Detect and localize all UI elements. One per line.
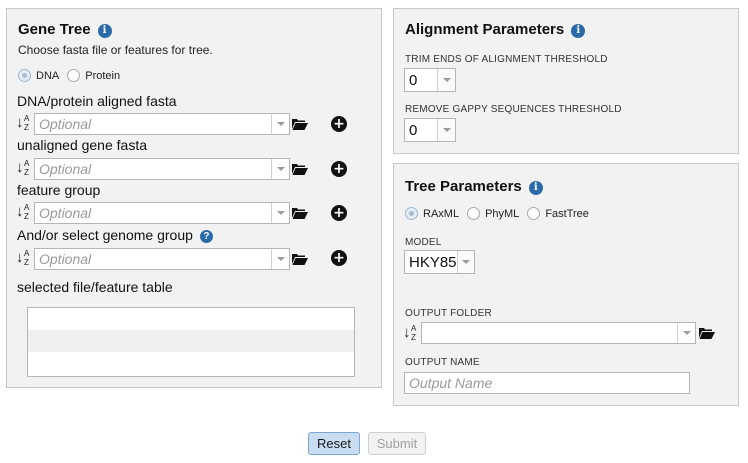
feature-group-select[interactable]: Optional — [34, 202, 290, 224]
output-name-input[interactable]: Output Name — [404, 372, 690, 394]
genome-group-placeholder: Optional — [39, 251, 92, 267]
genome-group-label-text: And/or select genome group — [17, 227, 193, 243]
model-select[interactable]: HKY85 — [404, 250, 475, 274]
info-icon[interactable]: i — [97, 24, 112, 38]
submit-button[interactable]: Submit — [368, 432, 426, 455]
sort-az-icon[interactable]: ↓ A Z — [16, 114, 34, 134]
table-row — [28, 308, 354, 330]
selected-file-table[interactable] — [27, 307, 355, 377]
output-folder-label: OUTPUT FOLDER — [405, 308, 492, 319]
trim-threshold-value: 0 — [409, 71, 418, 89]
radio-raxml[interactable] — [405, 207, 418, 220]
folder-open-icon[interactable] — [292, 163, 308, 175]
output-folder-select[interactable] — [421, 322, 696, 344]
chevron-down-icon[interactable] — [271, 114, 289, 134]
gappy-threshold-value: 0 — [409, 121, 418, 139]
radio-phyml-label: PhyML — [485, 207, 520, 220]
plus-circle-icon[interactable]: + — [331, 250, 347, 266]
radio-protein-label: Protein — [85, 69, 121, 82]
genome-group-label: And/or select genome group? — [17, 227, 213, 243]
sort-az-icon[interactable]: ↓ A Z — [16, 203, 34, 223]
chevron-down-icon[interactable] — [456, 251, 474, 273]
radio-fasttree[interactable] — [527, 207, 541, 220]
radio-raxml-label: RAxML — [423, 207, 460, 220]
plus-circle-icon[interactable]: + — [331, 161, 347, 177]
model-label: MODEL — [405, 237, 442, 248]
folder-open-icon[interactable] — [292, 207, 308, 219]
sort-az-icon[interactable]: ↓ A Z — [16, 249, 34, 269]
radio-dna[interactable] — [18, 69, 31, 82]
chevron-down-icon[interactable] — [437, 119, 455, 141]
gappy-threshold-label: REMOVE GAPPY SEQUENCES THRESHOLD — [405, 104, 622, 115]
folder-open-icon[interactable] — [292, 118, 308, 130]
table-row — [28, 352, 354, 374]
chevron-down-icon[interactable] — [271, 159, 289, 179]
folder-open-icon[interactable] — [292, 253, 308, 265]
plus-circle-icon[interactable]: + — [331, 116, 347, 132]
reset-button[interactable]: Reset — [308, 432, 360, 455]
aligned-fasta-select[interactable]: Optional — [34, 113, 290, 135]
sort-az-icon[interactable]: ↓ A Z — [16, 159, 34, 179]
gene-tree-title-text: Gene Tree — [18, 21, 91, 38]
info-icon[interactable]: i — [528, 181, 543, 195]
chevron-down-icon[interactable] — [271, 203, 289, 223]
feature-group-placeholder: Optional — [39, 205, 92, 221]
help-icon[interactable]: ? — [199, 230, 213, 243]
gene-tree-title: Gene Tree i — [18, 21, 112, 38]
folder-open-icon[interactable] — [699, 327, 715, 339]
alignment-parameters-panel: Alignment Parameters i TRIM ENDS OF ALIGN… — [393, 8, 739, 154]
radio-protein[interactable] — [67, 69, 81, 82]
model-value: HKY85 — [409, 253, 457, 271]
genome-group-select[interactable]: Optional — [34, 248, 290, 270]
tree-parameters-panel: Tree Parameters i RAxML PhyML FastTree MO… — [393, 163, 739, 406]
unaligned-fasta-select[interactable]: Optional — [34, 158, 290, 180]
radio-fasttree-label: FastTree — [545, 207, 589, 220]
aligned-fasta-label: DNA/protein aligned fasta — [17, 93, 177, 109]
alignment-title-text: Alignment Parameters — [405, 21, 565, 38]
trim-threshold-select[interactable]: 0 — [404, 68, 456, 92]
seq-type-radio-group: DNA Protein — [18, 69, 128, 82]
sort-az-icon[interactable]: ↓ A Z — [403, 324, 421, 344]
gappy-threshold-select[interactable]: 0 — [404, 118, 456, 142]
table-row — [28, 330, 354, 352]
plus-circle-icon[interactable]: + — [331, 205, 347, 221]
chevron-down-icon[interactable] — [271, 249, 289, 269]
chevron-down-icon[interactable] — [677, 323, 695, 343]
info-icon[interactable]: i — [571, 24, 586, 38]
tree-method-radio-group: RAxML PhyML FastTree — [405, 207, 597, 220]
unaligned-fasta-label: unaligned gene fasta — [17, 137, 147, 153]
feature-group-label: feature group — [17, 182, 101, 198]
alignment-title: Alignment Parameters i — [405, 21, 586, 38]
radio-dna-label: DNA — [36, 69, 60, 82]
output-name-label: OUTPUT NAME — [405, 357, 480, 368]
selected-table-label: selected file/feature table — [17, 279, 173, 295]
gene-tree-description: Choose fasta file or features for tree. — [18, 43, 213, 57]
chevron-down-icon[interactable] — [437, 69, 455, 91]
tree-params-title: Tree Parameters i — [405, 178, 543, 195]
gene-tree-panel: Gene Tree i Choose fasta file or features… — [6, 8, 382, 388]
trim-threshold-label: TRIM ENDS OF ALIGNMENT THRESHOLD — [405, 54, 608, 65]
unaligned-fasta-placeholder: Optional — [39, 161, 92, 177]
tree-params-title-text: Tree Parameters — [405, 178, 522, 195]
radio-phyml[interactable] — [467, 207, 481, 220]
aligned-fasta-placeholder: Optional — [39, 116, 92, 132]
